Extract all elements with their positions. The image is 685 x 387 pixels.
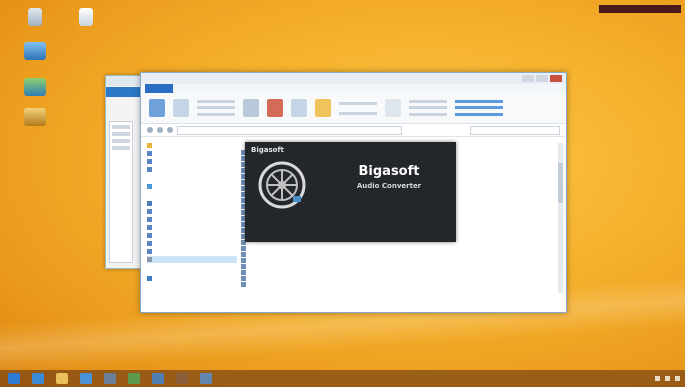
up-icon[interactable] <box>167 127 173 133</box>
app-icon[interactable] <box>80 373 92 384</box>
app-icon <box>24 78 46 96</box>
installer-splash: Bigasoft Bigasoft Audio Converter <box>245 142 456 242</box>
new-group <box>339 98 377 118</box>
folder-icon <box>147 241 152 246</box>
music-icon <box>24 108 46 126</box>
nav-item[interactable] <box>147 216 237 223</box>
network-icon[interactable] <box>665 376 670 381</box>
desktop-icon-app[interactable] <box>17 78 53 98</box>
properties-icon[interactable] <box>385 99 401 117</box>
tray-icon[interactable] <box>655 376 660 381</box>
start-icon[interactable] <box>8 373 20 384</box>
volume-icon[interactable] <box>675 376 680 381</box>
system-tray <box>655 376 685 381</box>
splash-brand-small: Bigasoft <box>251 146 284 154</box>
folder-icon[interactable] <box>56 373 68 384</box>
nav-item[interactable] <box>147 248 237 255</box>
nav-item[interactable] <box>147 166 237 173</box>
network-icon <box>24 42 46 60</box>
ribbon <box>141 93 566 124</box>
document-icon <box>79 8 93 26</box>
drive-icon <box>147 257 152 262</box>
file-icon <box>241 257 246 263</box>
app-icon[interactable] <box>104 373 116 384</box>
move-icon[interactable] <box>243 99 259 117</box>
ribbon-tab-bar <box>141 84 566 93</box>
navigation-pane <box>109 121 133 263</box>
pin-icon[interactable] <box>149 99 165 117</box>
splash-brand: Bigasoft <box>358 164 420 179</box>
rename-icon[interactable] <box>291 99 307 117</box>
file-icon <box>241 245 246 251</box>
search-input[interactable] <box>470 125 560 135</box>
window-titlebar <box>141 73 566 84</box>
scrollbar-thumb[interactable] <box>558 163 563 203</box>
forward-icon[interactable] <box>157 127 163 133</box>
top-right-tray <box>599 5 681 13</box>
delete-icon[interactable] <box>267 99 283 117</box>
recycle-bin-icon <box>28 8 42 26</box>
file-icon <box>241 269 246 275</box>
nav-item[interactable] <box>147 240 237 247</box>
folder-icon <box>147 167 152 172</box>
navigation-pane <box>147 141 237 306</box>
maximize-button[interactable] <box>536 75 548 82</box>
nav-item[interactable] <box>147 275 237 282</box>
folder-icon <box>147 225 152 230</box>
scrollbar[interactable] <box>558 143 563 293</box>
nav-item[interactable] <box>147 208 237 215</box>
nav-item[interactable] <box>147 232 237 239</box>
desktop-icon-document[interactable] <box>68 8 104 28</box>
table-row[interactable] <box>241 281 559 287</box>
file-icon <box>241 263 246 269</box>
open-group <box>409 98 447 118</box>
splash-product: Audio Converter <box>356 182 422 190</box>
back-icon[interactable] <box>147 127 153 133</box>
app-icon[interactable] <box>152 373 164 384</box>
folder-icon <box>147 233 152 238</box>
nav-item[interactable] <box>147 150 237 157</box>
nav-item[interactable] <box>147 183 237 190</box>
folder-icon <box>147 159 152 164</box>
desktop-icon-recycle-bin[interactable] <box>17 8 53 28</box>
nav-item[interactable] <box>147 142 237 149</box>
homegroup-icon <box>147 184 152 189</box>
app-icon[interactable] <box>128 373 140 384</box>
address-bar <box>141 124 566 137</box>
app-icon[interactable] <box>200 373 212 384</box>
app-icon[interactable] <box>176 373 188 384</box>
network-icon <box>147 276 152 281</box>
nav-item-selected[interactable] <box>147 256 237 263</box>
new-folder-icon[interactable] <box>315 99 331 117</box>
window-controls <box>522 75 562 82</box>
browser-icon[interactable] <box>32 373 44 384</box>
folder-icon <box>147 151 152 156</box>
nav-item[interactable] <box>147 158 237 165</box>
folder-icon <box>147 249 152 254</box>
clipboard-group <box>197 98 235 118</box>
folder-icon <box>147 209 152 214</box>
computer-icon <box>147 201 152 206</box>
nav-item[interactable] <box>147 200 237 207</box>
nav-item[interactable] <box>147 224 237 231</box>
file-icon <box>241 251 246 257</box>
copy-icon[interactable] <box>173 99 189 117</box>
taskbar <box>0 370 685 387</box>
film-reel-icon <box>258 161 306 209</box>
desktop-icon-network[interactable] <box>17 42 53 62</box>
file-icon <box>241 281 246 287</box>
star-icon <box>147 143 152 148</box>
file-icon <box>241 275 246 281</box>
folder-icon <box>147 217 152 222</box>
minimize-button[interactable] <box>522 75 534 82</box>
path-field[interactable] <box>177 125 402 135</box>
close-button[interactable] <box>550 75 562 82</box>
desktop-icon-converter[interactable] <box>17 108 53 128</box>
tab-file[interactable] <box>145 84 173 93</box>
select-group <box>455 98 503 118</box>
